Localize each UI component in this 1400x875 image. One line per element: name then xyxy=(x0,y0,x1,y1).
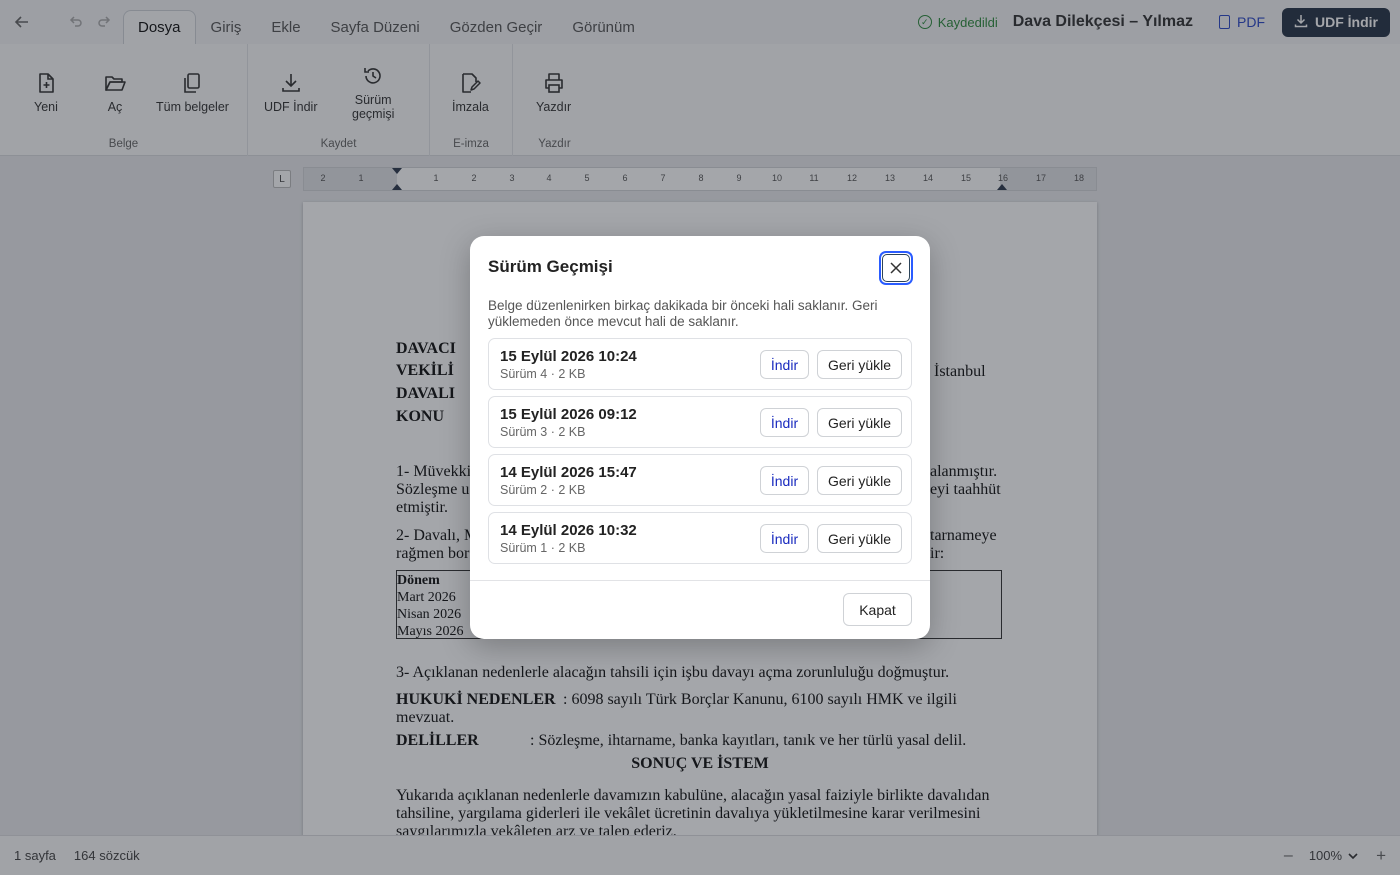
dialog-title: Sürüm Geçmişi xyxy=(488,257,613,276)
restore-version-button[interactable]: Geri yükle xyxy=(817,350,902,379)
dialog-footer-divider xyxy=(470,580,930,581)
close-dialog-button[interactable]: Kapat xyxy=(843,593,912,626)
close-icon xyxy=(882,254,910,282)
version-meta: Sürüm 2 · 2 KB xyxy=(500,483,586,497)
version-date: 15 Eylül 2026 10:24 xyxy=(500,348,637,365)
version-list: 15 Eylül 2026 10:24 Sürüm 4 · 2 KB İndir… xyxy=(488,338,912,570)
download-version-button[interactable]: İndir xyxy=(760,466,809,495)
download-version-button[interactable]: İndir xyxy=(760,524,809,553)
version-history-dialog: Sürüm Geçmişi Belge düzenlenirken birkaç… xyxy=(470,236,930,639)
download-version-button[interactable]: İndir xyxy=(760,350,809,379)
version-date: 14 Eylül 2026 15:47 xyxy=(500,464,637,481)
version-meta: Sürüm 1 · 2 KB xyxy=(500,541,586,555)
version-meta: Sürüm 4 · 2 KB xyxy=(500,367,586,381)
version-item: 15 Eylül 2026 09:12 Sürüm 3 · 2 KB İndir… xyxy=(488,396,912,448)
version-date: 14 Eylül 2026 10:32 xyxy=(500,522,637,539)
restore-version-button[interactable]: Geri yükle xyxy=(817,408,902,437)
restore-version-button[interactable]: Geri yükle xyxy=(817,524,902,553)
download-version-button[interactable]: İndir xyxy=(760,408,809,437)
version-date: 15 Eylül 2026 09:12 xyxy=(500,406,637,423)
version-item: 14 Eylül 2026 10:32 Sürüm 1 · 2 KB İndir… xyxy=(488,512,912,564)
dialog-description: Belge düzenlenirken birkaç dakikada bir … xyxy=(488,298,878,329)
version-item: 15 Eylül 2026 10:24 Sürüm 4 · 2 KB İndir… xyxy=(488,338,912,390)
restore-version-button[interactable]: Geri yükle xyxy=(817,466,902,495)
version-item: 14 Eylül 2026 15:47 Sürüm 2 · 2 KB İndir… xyxy=(488,454,912,506)
close-button[interactable] xyxy=(879,251,913,285)
version-meta: Sürüm 3 · 2 KB xyxy=(500,425,586,439)
